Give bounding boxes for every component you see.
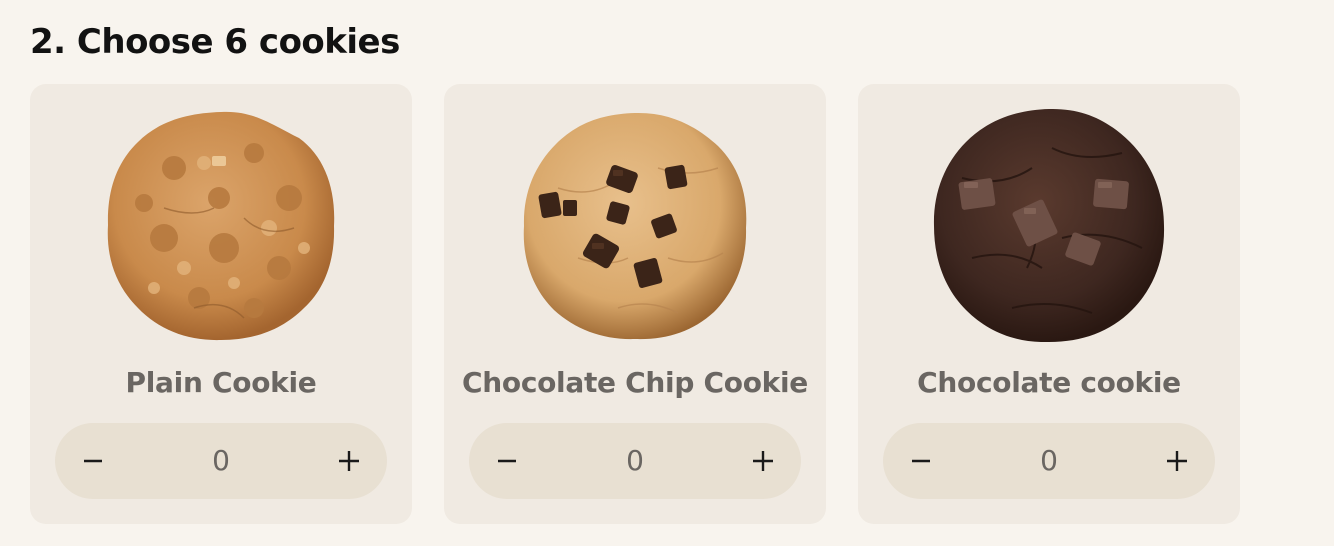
quantity-value: 0	[212, 444, 230, 477]
product-list: Plain Cookie 0 Chocolate Chip Cookie 0 C…	[30, 84, 1240, 524]
chocolate-cookie-image	[932, 108, 1166, 342]
minus-icon	[912, 459, 930, 463]
plain-cookie-image	[104, 108, 338, 342]
increase-quantity-button[interactable]	[1139, 423, 1215, 499]
quantity-stepper: 0	[883, 423, 1215, 499]
increase-quantity-button[interactable]	[725, 423, 801, 499]
product-name: Chocolate Chip Cookie	[462, 366, 808, 399]
product-name: Plain Cookie	[125, 366, 317, 399]
quantity-value: 0	[1040, 444, 1058, 477]
section-title: 2. Choose 6 cookies	[30, 22, 400, 62]
decrease-quantity-button[interactable]	[55, 423, 131, 499]
increase-quantity-button[interactable]	[311, 423, 387, 499]
product-card-chocolate-chip-cookie: Chocolate Chip Cookie 0	[444, 84, 826, 524]
product-name: Chocolate cookie	[917, 366, 1181, 399]
minus-icon	[84, 459, 102, 463]
product-card-chocolate-cookie: Chocolate cookie 0	[858, 84, 1240, 524]
plus-icon	[753, 451, 773, 471]
product-card-plain-cookie: Plain Cookie 0	[30, 84, 412, 524]
decrease-quantity-button[interactable]	[469, 423, 545, 499]
minus-icon	[498, 459, 516, 463]
chocolate-chip-cookie-image	[518, 108, 752, 342]
quantity-stepper: 0	[55, 423, 387, 499]
plus-icon	[1167, 451, 1187, 471]
quantity-stepper: 0	[469, 423, 801, 499]
plus-icon	[339, 451, 359, 471]
quantity-value: 0	[626, 444, 644, 477]
decrease-quantity-button[interactable]	[883, 423, 959, 499]
